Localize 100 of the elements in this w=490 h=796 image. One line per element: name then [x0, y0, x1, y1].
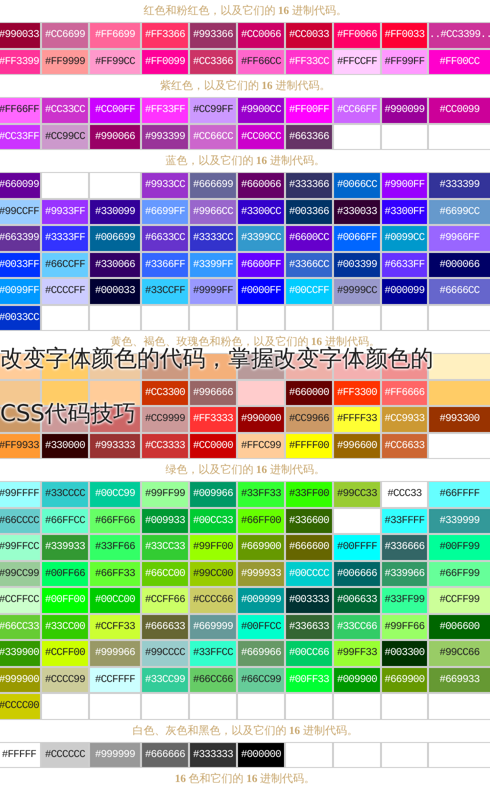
color-swatch: #66FF33: [90, 562, 140, 586]
color-swatch: #339999: [429, 508, 490, 533]
color-swatch: #66CC99: [238, 668, 284, 692]
color-swatch: #66CC66: [190, 668, 236, 692]
color-swatch: #00FF66: [42, 562, 88, 586]
color-swatch: #FFFF33: [334, 407, 380, 432]
color-swatch: #66CCFF: [42, 252, 88, 277]
section-heading: 白色、灰色和黑色，以及它们的 16 进制代码。: [131, 724, 359, 738]
color-swatch: #CCFFFF: [90, 668, 140, 692]
color-swatch: #CC6699: [42, 23, 88, 48]
color-swatch: #990066: [90, 124, 140, 149]
color-swatch: #FFCCFF: [334, 50, 380, 74]
color-swatch: #99CC66: [429, 641, 490, 666]
color-swatch: #9966FF: [429, 226, 490, 250]
color-swatch: #000033: [90, 279, 140, 304]
color-swatch: #993300: [429, 407, 490, 432]
section-heading: 蓝色，以及它们的 16 进制代码。: [164, 154, 326, 169]
color-swatch: #000000: [238, 742, 284, 767]
color-swatch: #006633: [334, 588, 380, 612]
color-swatch: #999933: [238, 562, 284, 586]
color-swatch: #006666: [334, 562, 380, 586]
color-swatch: #CC00FF: [90, 98, 140, 122]
color-swatch: #003366: [286, 200, 332, 224]
color-swatch: #CC0099: [429, 98, 490, 122]
color-swatch: #669966: [238, 641, 284, 666]
color-swatch: #CCFF33: [90, 614, 140, 639]
color-swatch: #669900: [382, 668, 427, 692]
color-swatch: #000099: [382, 279, 427, 304]
color-swatch: #00CC33: [190, 508, 236, 533]
color-swatch: #66FFFF: [429, 482, 490, 506]
color-swatch: #336666: [382, 535, 427, 560]
color-swatch: #00CCFF: [286, 279, 332, 304]
color-swatch: #9933FF: [42, 200, 88, 224]
color-swatch: #CC99FF: [190, 98, 236, 122]
color-swatch: #9900FF: [382, 173, 427, 198]
color-swatch: #99FF00: [190, 535, 236, 560]
color-swatch: #FF00FF: [286, 98, 332, 122]
color-swatch: #339933: [42, 535, 88, 560]
color-swatch: #666666: [142, 742, 188, 767]
color-swatch: #FF0099: [142, 50, 188, 74]
color-swatch: #FF99FF: [382, 50, 427, 74]
color-swatch: #FF33FF: [142, 98, 188, 122]
color-swatch: #3300FF: [382, 200, 427, 224]
color-swatch: #996666: [190, 380, 236, 405]
section-heading: 黄色、褐色、玫瑰色和粉色，以及它们的 16 进制代码。: [110, 334, 380, 348]
color-swatch: #003333: [286, 588, 332, 612]
color-swatch: #990000: [238, 407, 284, 432]
color-swatch: #6600CC: [286, 226, 332, 250]
color-swatch: #33FF33: [238, 482, 284, 506]
color-swatch: #66FFCC: [42, 508, 88, 533]
color-swatch: #9900CC: [238, 98, 284, 122]
color-swatch: #330033: [334, 200, 380, 224]
color-swatch: ..#CC3399..: [429, 23, 490, 48]
color-swatch: #003300: [382, 641, 427, 666]
color-swatch: #000066: [429, 252, 490, 277]
color-swatch: #669933: [429, 668, 490, 692]
color-swatch: #0000FF: [238, 279, 284, 304]
color-swatch: #6699FF: [142, 200, 188, 224]
color-swatch: #33FF99: [382, 588, 427, 612]
color-swatch: #00FF99: [429, 535, 490, 560]
color-swatch: #993366: [190, 23, 236, 48]
section-heading: 紫红色，以及它们的 16 进制代码。: [158, 78, 332, 94]
color-swatch: #333399: [429, 173, 490, 198]
color-swatch: #FF9999: [42, 50, 88, 74]
color-swatch: #FF3333: [190, 407, 236, 432]
color-swatch: #00CC66: [286, 641, 332, 666]
color-swatch: #66CC00: [142, 562, 188, 586]
color-swatch: #CCCCFF: [42, 279, 88, 304]
color-swatch: #6633CC: [142, 226, 188, 250]
color-swatch: #9999CC: [334, 279, 380, 304]
color-swatch: #33CC00: [42, 614, 88, 639]
color-swatch: #6699CC: [429, 200, 490, 224]
color-swatch: #33CC66: [334, 614, 380, 639]
color-swatch: #CC00CC: [238, 124, 284, 149]
color-swatch: #993333: [90, 434, 140, 458]
section-heading: 红色和粉红色，以及它们的 16 进制代码。: [142, 4, 348, 19]
color-swatch: #336633: [286, 614, 332, 639]
color-swatch: #00FFFF: [334, 535, 380, 560]
color-swatch: #999999: [90, 742, 140, 767]
color-swatch: #993399: [142, 124, 188, 149]
color-swatch: #CC3300: [142, 380, 188, 405]
color-swatch: #CC66FF: [334, 98, 380, 122]
color-swatch: #3333CC: [190, 226, 236, 250]
color-swatch: #0099CC: [382, 226, 427, 250]
color-swatch: #0066FF: [334, 226, 380, 250]
color-swatch: #3300CC: [238, 200, 284, 224]
color-swatch: #33FF66: [90, 535, 140, 560]
color-swatch: #009933: [142, 508, 188, 533]
color-swatch: #CC99CC: [42, 124, 88, 149]
color-swatch: #6633FF: [382, 252, 427, 277]
color-swatch: #330000: [42, 434, 88, 458]
caption-text: 改变字体颜色的代码，掌握改变字体颜色的: [0, 346, 434, 373]
color-swatch: #CC33CC: [42, 98, 88, 122]
color-swatch: #330099: [90, 200, 140, 224]
color-swatch: #FF66CC: [238, 50, 284, 74]
color-swatch: #99FF66: [382, 614, 427, 639]
color-swatch: #339966: [382, 562, 427, 586]
color-swatch: #666600: [286, 535, 332, 560]
color-swatch: #009966: [190, 482, 236, 506]
color-swatch: #CCC33: [382, 482, 427, 506]
